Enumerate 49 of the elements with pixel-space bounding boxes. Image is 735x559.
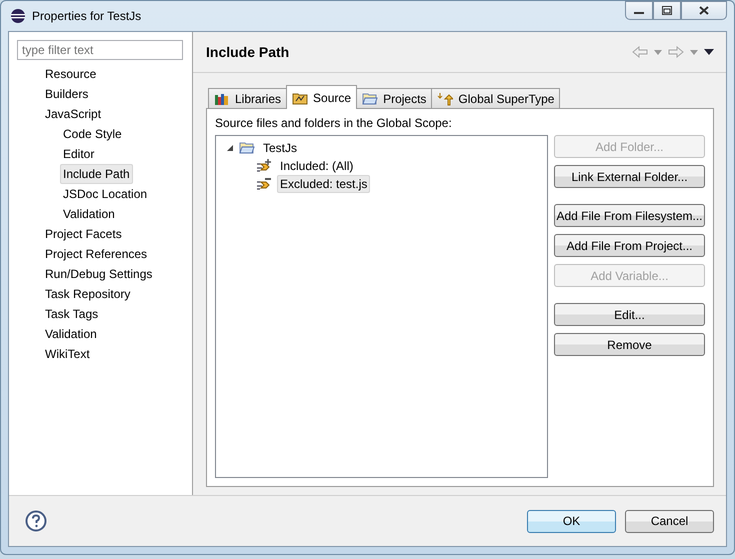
dialog-button[interactable]: OK <box>527 510 616 532</box>
nav-item[interactable]: Resource <box>42 64 100 84</box>
action-button[interactable]: Link External Folder... <box>554 165 705 188</box>
maximize-icon <box>662 6 672 15</box>
nav-item[interactable]: Project Facets <box>42 224 125 244</box>
nav-item[interactable]: Editor <box>60 144 98 164</box>
action-button[interactable]: Remove <box>554 333 705 356</box>
tree-item[interactable]: Excluded: test.js <box>277 175 370 193</box>
nav-item[interactable]: Code Style <box>60 124 125 144</box>
maximize-button[interactable] <box>653 1 681 20</box>
folder-icon <box>239 141 255 155</box>
nav-item[interactable]: Run/Debug Settings <box>42 264 156 284</box>
nav-item[interactable]: Validation <box>60 204 118 224</box>
dialog-button[interactable]: Cancel <box>625 510 714 532</box>
source-folder-icon <box>292 90 308 104</box>
nav-item[interactable]: Project References <box>42 244 150 264</box>
action-button[interactable]: Add File From Filesystem... <box>554 204 705 227</box>
window-title: Properties for TestJs <box>32 9 142 23</box>
nav-item[interactable]: Include Path <box>60 164 133 184</box>
nav-item[interactable]: Task Tags <box>42 304 102 324</box>
nav-item[interactable]: WikiText <box>42 344 93 364</box>
filter-field[interactable]: type filter text <box>17 40 183 60</box>
section-label: Source files and folders in the Global Scope: <box>215 115 453 131</box>
nav-item[interactable]: Validation <box>42 324 100 344</box>
tab[interactable]: Source <box>286 85 358 109</box>
minimize-button[interactable] <box>625 1 653 20</box>
nav-item[interactable]: Builders <box>42 84 92 104</box>
filter-plus-icon <box>256 159 272 173</box>
folder-icon <box>362 92 378 106</box>
expanded-arrow-icon[interactable] <box>226 144 234 152</box>
up-arrows-icon <box>437 92 454 106</box>
tree-item[interactable]: TestJs <box>260 139 300 157</box>
action-button[interactable]: Add File From Project... <box>554 234 705 257</box>
tab[interactable]: Global SuperType <box>431 88 560 108</box>
nav-item[interactable]: JavaScript <box>42 104 104 124</box>
tree-item[interactable]: Included: (All) <box>277 157 356 175</box>
page-title: Include Path <box>206 44 290 60</box>
action-button[interactable]: Edit... <box>554 303 705 326</box>
books-icon <box>214 92 230 106</box>
tab[interactable]: Projects <box>356 88 432 108</box>
close-button[interactable] <box>681 1 727 20</box>
nav-item[interactable]: JSDoc Location <box>60 184 150 204</box>
filter-minus-icon <box>256 177 272 191</box>
help-icon[interactable] <box>25 510 47 532</box>
menu-icon[interactable] <box>704 49 714 55</box>
tab[interactable]: Libraries <box>208 88 288 108</box>
close-icon <box>699 6 709 15</box>
eclipse-icon <box>10 8 26 24</box>
nav-item[interactable]: Task Repository <box>42 284 134 304</box>
